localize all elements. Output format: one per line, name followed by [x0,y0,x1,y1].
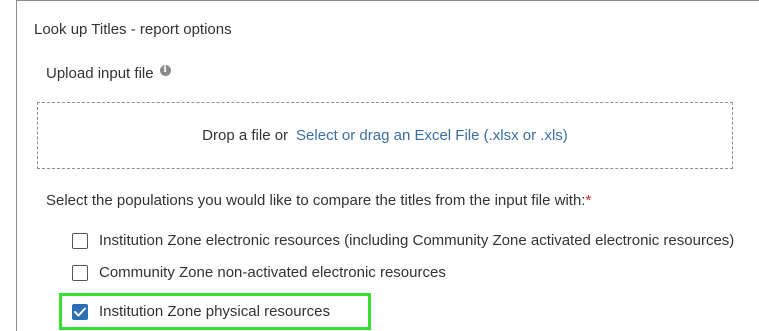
option-label-institution-zone-physical: Institution Zone physical resources [99,303,330,320]
dropzone-prefix-text: Drop a file or [202,127,289,144]
populations-question-text: Select the populations you would like to… [46,192,586,209]
file-dropzone[interactable]: Drop a file or Select or drag an Excel F… [37,102,733,169]
info-icon[interactable]: i [159,65,171,76]
option-community-zone-non-activated[interactable]: Community Zone non-activated electronic … [72,264,446,281]
option-label-community-zone-non-activated: Community Zone non-activated electronic … [99,264,446,281]
checkbox-community-zone-non-activated[interactable] [72,264,88,281]
report-options-panel: Look up Titles - report options Upload i… [16,0,759,331]
option-institution-zone-physical[interactable]: Institution Zone physical resources [72,303,330,320]
select-file-link[interactable]: Select or drag an Excel File (.xlsx or .… [296,127,568,144]
checkbox-institution-zone-electronic[interactable] [72,232,88,249]
checkmark-icon [74,307,86,316]
checkbox-institution-zone-physical[interactable] [72,303,88,320]
upload-input-file-label: Upload input file [46,65,154,82]
panel-title: Look up Titles - report options [34,21,232,38]
required-marker: * [585,192,592,209]
option-label-institution-zone-electronic: Institution Zone electronic resources (i… [99,232,735,249]
upload-label-row: Upload input file i [46,65,171,82]
option-institution-zone-electronic[interactable]: Institution Zone electronic resources (i… [72,232,734,249]
populations-question: Select the populations you would like to… [46,192,591,209]
